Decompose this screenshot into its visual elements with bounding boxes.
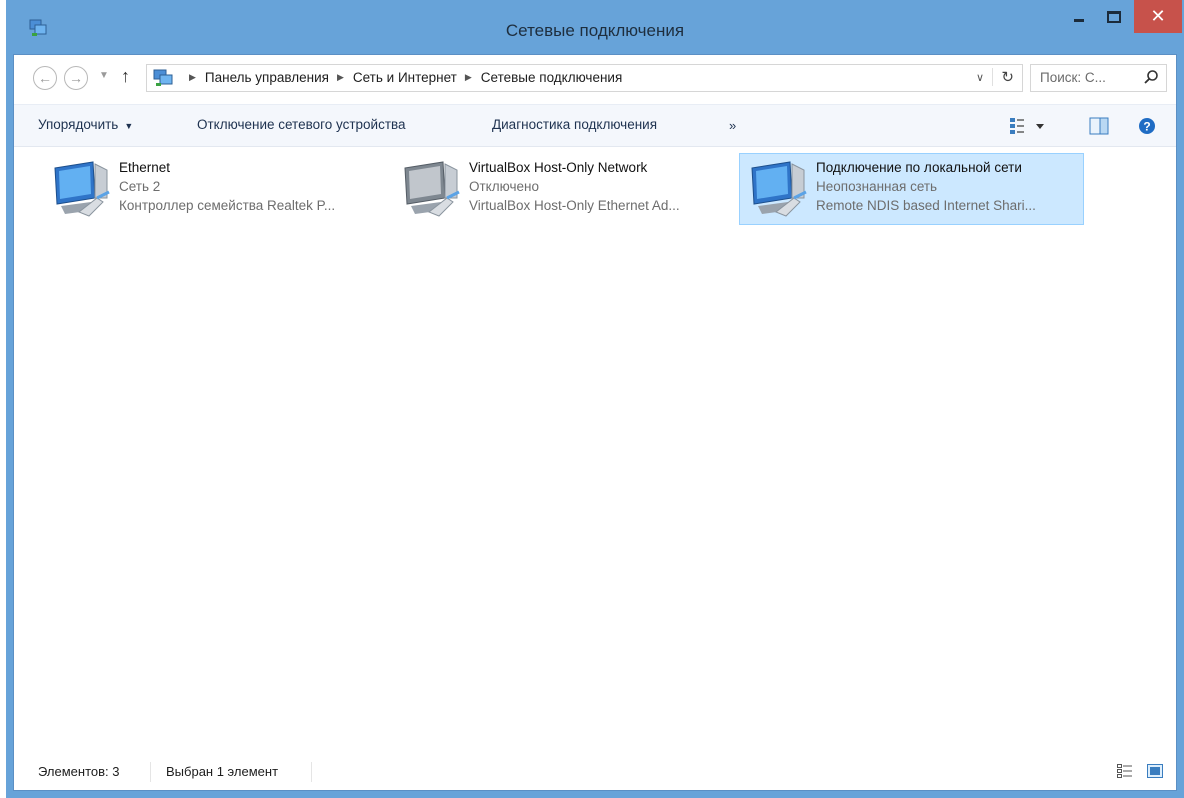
status-divider [150,762,151,782]
address-bar[interactable]: ▶ Панель управления ▶ Сеть и Интернет ▶ … [146,64,1023,92]
explorer-window: Сетевые подключения ✕ ← → ▼ ↑ ▶ Панель у… [6,0,1184,798]
network-adapter-icon [54,161,110,217]
selection-count: Выбран 1 элемент [166,764,279,779]
refresh-button[interactable]: ↻ [992,68,1014,86]
window-client: ← → ▼ ↑ ▶ Панель управления ▶ Сеть и Инт… [13,54,1177,791]
diagnose-connection-button[interactable]: Диагностика подключения [492,117,657,132]
list-item-virtualbox[interactable]: VirtualBox Host-Only Network Отключено V… [392,153,737,225]
forward-button[interactable]: → [64,66,88,90]
breadcrumb-control-panel[interactable]: Панель управления [205,70,329,85]
up-arrow-icon: ↑ [121,66,130,86]
breadcrumb: ▶ Панель управления ▶ Сеть и Интернет ▶ … [181,70,622,85]
connection-name: VirtualBox Host-Only Network [469,160,648,175]
list-item-local-connection[interactable]: Подключение по локальной сети Неопознанн… [739,153,1084,225]
connection-name: Ethernet [119,160,171,175]
search-placeholder: Поиск: С... [1040,70,1106,85]
tiles-view-icon[interactable] [1147,764,1163,778]
more-commands-button[interactable]: » [729,118,736,133]
chevron-down-icon: ▼ [99,70,109,81]
organize-label: Упорядочить [38,117,119,132]
organize-button[interactable]: Упорядочить ▼ [38,117,133,132]
breadcrumb-network-internet[interactable]: Сеть и Интернет [353,70,457,85]
up-button[interactable]: ↑ [121,66,130,87]
control-panel-icon [153,69,173,86]
views-icon[interactable] [1010,117,1048,135]
connection-status: Отключено [469,179,539,194]
status-divider [311,762,312,782]
connections-list: Ethernet Сеть 2 Контроллер семейства Rea… [14,147,1176,754]
disable-device-button[interactable]: Отключение сетевого устройства [197,117,406,132]
minimize-button[interactable] [1065,0,1093,33]
chevron-down-icon: ∨ [975,72,984,84]
forward-arrow-icon: → [69,70,83,86]
address-history-button[interactable]: ∨ [976,71,984,84]
breadcrumb-separator-icon[interactable]: ▶ [337,72,344,83]
chevron-down-icon: ▼ [124,121,134,131]
breadcrumb-separator-icon[interactable]: ▶ [465,72,472,83]
connection-status: Сеть 2 [119,179,161,194]
command-bar: Упорядочить ▼ Отключение сетевого устройс… [14,104,1176,147]
preview-pane-icon[interactable] [1089,117,1109,135]
window-title: Сетевые подключения [505,21,685,40]
help-icon[interactable]: ? [1138,117,1156,135]
details-view-icon[interactable] [1117,764,1133,778]
svg-text:?: ? [1143,120,1150,134]
connection-device: Remote NDIS based Internet Shari... [816,198,1036,213]
back-arrow-icon: ← [38,70,52,86]
search-input[interactable]: Поиск: С... [1030,64,1167,92]
close-icon: ✕ [1150,6,1166,26]
connection-name: Подключение по локальной сети [816,160,1022,175]
list-item-ethernet[interactable]: Ethernet Сеть 2 Контроллер семейства Rea… [42,153,387,225]
connection-device: Контроллер семейства Realtek P... [119,198,336,213]
network-adapter-disabled-icon [404,161,460,217]
breadcrumb-network-connections[interactable]: Сетевые подключения [481,70,623,85]
recent-locations-dropdown[interactable]: ▼ [99,70,109,81]
item-count: Элементов: 3 [38,764,120,779]
address-bar-row: ← → ▼ ↑ ▶ Панель управления ▶ Сеть и Инт… [14,55,1176,104]
connection-status: Неопознанная сеть [816,179,938,194]
connection-device: VirtualBox Host-Only Ethernet Ad... [469,198,680,213]
back-button[interactable]: ← [33,66,57,90]
breadcrumb-separator-icon[interactable]: ▶ [189,72,196,83]
network-adapter-icon [751,161,807,217]
maximize-icon [1107,10,1121,23]
refresh-icon: ↻ [1001,69,1014,86]
search-icon[interactable] [1143,69,1159,85]
minimize-icon [1074,19,1084,22]
title-bar[interactable]: Сетевые подключения ✕ [13,0,1182,54]
status-bar: Элементов: 3 Выбран 1 элемент [14,752,1176,790]
maximize-button[interactable] [1099,0,1129,33]
close-button[interactable]: ✕ [1134,0,1182,33]
